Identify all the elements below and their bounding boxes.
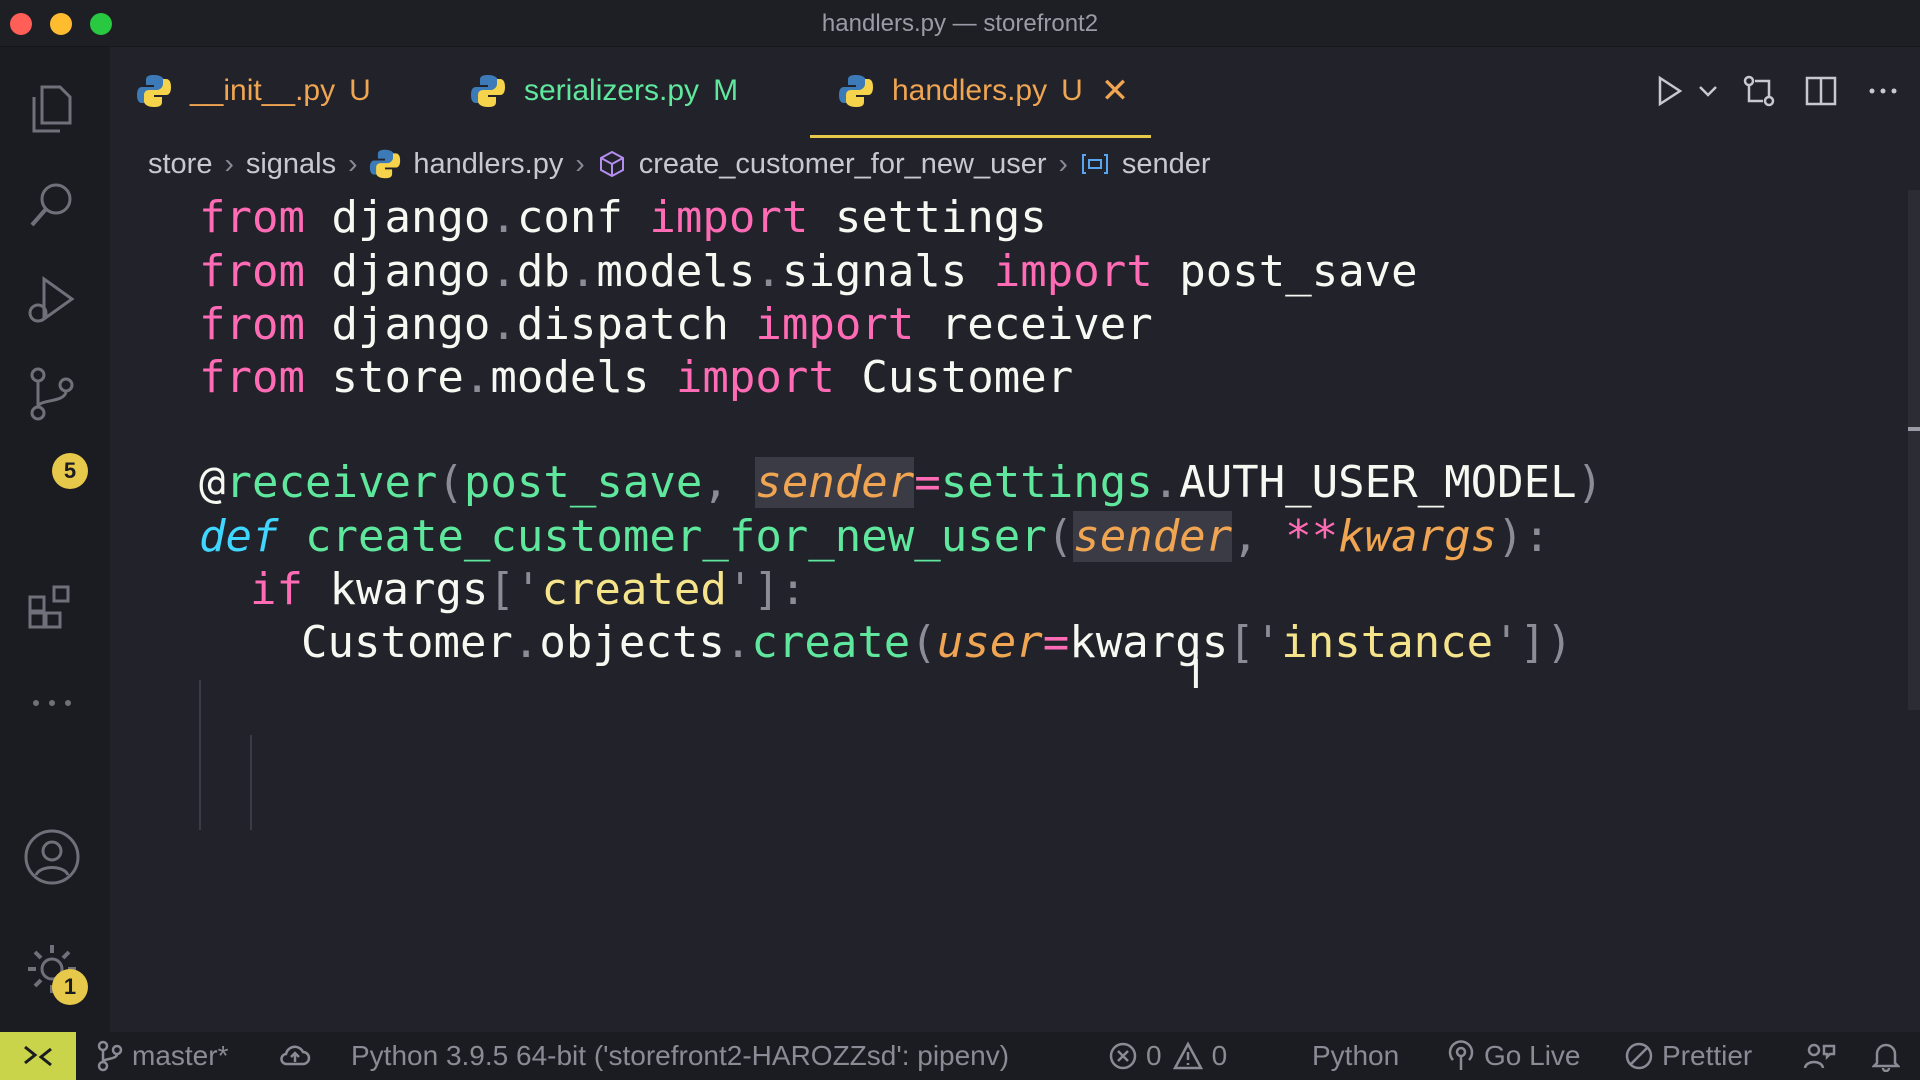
chevron-right-icon: › — [348, 148, 358, 179]
breadcrumb-item-signals[interactable]: signals — [246, 148, 336, 181]
tab-close-icon[interactable]: ✕ — [1101, 71, 1130, 111]
interpreter-label: Python 3.9.5 64-bit ('storefront2-HAROZZ… — [351, 1040, 1010, 1071]
tab-git-status: U — [349, 74, 371, 107]
code-line-4: from store.models import Customer — [199, 352, 1074, 403]
compare-changes-icon[interactable] — [1734, 67, 1784, 115]
chevron-right-icon: › — [1058, 148, 1068, 179]
language-label: Python — [1312, 1040, 1400, 1071]
indent-guide — [199, 680, 201, 830]
function-cube-icon — [597, 149, 627, 179]
run-dropdown-chevron-icon[interactable] — [1694, 67, 1722, 115]
python-file-icon — [137, 75, 171, 107]
tab-bar: __init__.py U serializers.py M handlers.… — [110, 47, 1920, 138]
prettier-button[interactable]: Prettier — [1624, 1032, 1752, 1080]
tab-serializers-py[interactable]: serializers.py M — [470, 47, 756, 135]
breadcrumb-item-store[interactable]: store — [148, 148, 212, 181]
breadcrumb-item-variable[interactable]: sender — [1122, 148, 1211, 181]
source-control-icon[interactable] — [22, 363, 82, 423]
error-count: 0 — [1146, 1040, 1162, 1071]
more-actions-icon[interactable] — [1858, 67, 1908, 115]
tab-label: __init__.py — [190, 74, 336, 107]
activity-bar: 5 1 — [0, 47, 110, 1032]
go-live-label: Go Live — [1484, 1040, 1581, 1071]
explorer-icon[interactable] — [22, 79, 82, 139]
extensions-icon-shape[interactable] — [22, 575, 82, 635]
code-line-6: @receiver(post_save, sender=settings.AUT… — [199, 457, 1604, 508]
prettier-disabled-icon — [1625, 1042, 1653, 1070]
code-line-1: from django.conf import settings — [199, 192, 1047, 243]
code-editor[interactable]: from django.conf import settings from dj… — [110, 190, 1910, 1030]
breadcrumb: store › signals › handlers.py › create_c… — [148, 142, 1211, 186]
tab-git-status: M — [713, 74, 739, 107]
remote-indicator-button[interactable] — [0, 1032, 76, 1080]
tab-label: handlers.py — [892, 74, 1048, 107]
title-bar: handlers.py — storefront2 — [0, 0, 1920, 47]
code-line-8: if kwargs['created']: — [250, 564, 807, 615]
more-icon[interactable] — [22, 673, 82, 733]
variable-icon — [1080, 152, 1110, 176]
problems-button[interactable]: 0 0 — [1108, 1032, 1227, 1080]
indent-guide — [250, 735, 252, 830]
broadcast-icon — [1448, 1040, 1474, 1070]
search-icon[interactable] — [22, 175, 82, 235]
tab-git-status: U — [1061, 74, 1083, 107]
remote-icon — [24, 1045, 52, 1067]
warning-icon — [1172, 1041, 1203, 1070]
run-file-icon[interactable] — [1644, 67, 1694, 115]
error-icon — [1109, 1042, 1137, 1070]
branch-name: master* — [132, 1040, 229, 1071]
language-mode-button[interactable]: Python — [1312, 1032, 1399, 1080]
bell-icon — [1872, 1043, 1900, 1072]
git-branch-icon — [97, 1040, 123, 1072]
settings-badge: 1 — [52, 969, 88, 1005]
breadcrumb-item-function[interactable]: create_customer_for_new_user — [639, 148, 1047, 181]
notifications-button[interactable] — [1872, 1032, 1908, 1080]
tab-init-py[interactable]: __init__.py U — [136, 47, 389, 135]
run-debug-icon[interactable] — [22, 269, 82, 329]
tab-label: serializers.py — [524, 74, 700, 107]
chevron-right-icon: › — [575, 148, 585, 179]
git-branch-button[interactable]: master* — [96, 1032, 228, 1080]
scrollbar-cursor-marker — [1908, 427, 1920, 431]
feedback-person-icon — [1803, 1043, 1836, 1069]
python-file-icon — [839, 75, 873, 107]
editor-scrollbar[interactable] — [1908, 190, 1920, 710]
chevron-right-icon: › — [224, 148, 234, 179]
code-line-7: def create_customer_for_new_user(sender,… — [199, 511, 1551, 562]
tab-handlers-py[interactable]: handlers.py U ✕ — [810, 47, 1151, 138]
sync-button[interactable] — [278, 1032, 320, 1080]
editor-actions — [1632, 67, 1908, 115]
breadcrumb-item-file[interactable]: handlers.py — [413, 148, 563, 181]
python-file-icon — [471, 75, 505, 107]
window-title: handlers.py — storefront2 — [821, 10, 1099, 37]
code-line-2: from django.db.models.signals import pos… — [199, 246, 1418, 297]
python-file-icon — [369, 148, 401, 180]
prettier-label: Prettier — [1662, 1040, 1753, 1071]
extensions-icon[interactable] — [22, 459, 82, 519]
python-interpreter-button[interactable]: Python 3.9.5 64-bit ('storefront2-HAROZZ… — [351, 1032, 1009, 1080]
feedback-button[interactable] — [1802, 1032, 1844, 1080]
text-cursor-icon: I — [1190, 652, 1202, 698]
code-line-9: Customer.objects.create(user=kwargs['ins… — [301, 617, 1573, 668]
status-bar: master* Python 3.9.5 64-bit ('storefront… — [0, 1032, 1920, 1080]
go-live-button[interactable]: Go Live — [1446, 1032, 1581, 1080]
split-editor-icon[interactable] — [1796, 67, 1846, 115]
code-line-3: from django.dispatch import receiver — [199, 299, 1153, 350]
warning-count: 0 — [1211, 1040, 1228, 1071]
cloud-sync-icon — [280, 1045, 311, 1066]
account-icon[interactable] — [22, 827, 82, 887]
